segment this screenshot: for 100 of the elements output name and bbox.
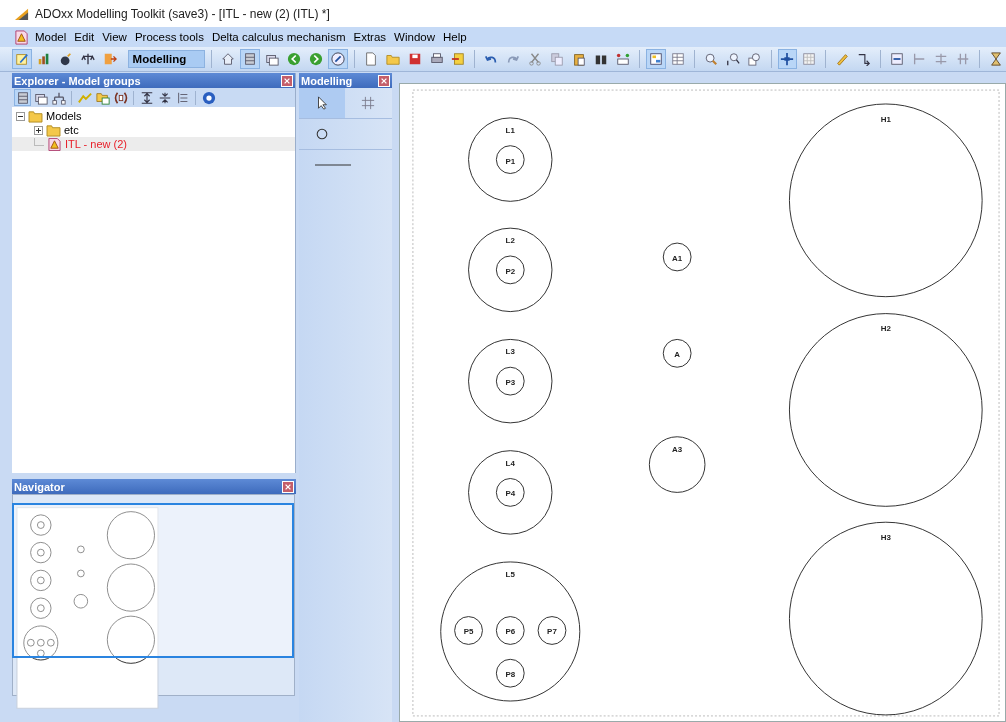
node-label: L3 [505, 347, 515, 357]
menu-item[interactable]: Help [443, 30, 472, 44]
save-icon [407, 52, 422, 66]
close-icon [380, 76, 388, 85]
small-circle[interactable] [495, 255, 525, 285]
folder-check-icon [95, 90, 110, 105]
hourglass-icon [988, 52, 1003, 66]
windows-icon [265, 52, 280, 66]
small-circle[interactable] [495, 658, 525, 688]
diagram-icon [648, 52, 663, 66]
export-icon [451, 52, 466, 66]
home-icon [221, 52, 236, 66]
database-icon [243, 52, 258, 66]
node-label: L4 [505, 458, 515, 468]
pointer-icon [315, 96, 329, 110]
tree-item[interactable]: ITL - new (2) [65, 138, 127, 150]
viewport-frame[interactable] [12, 503, 294, 658]
align-icon [890, 52, 905, 66]
circle-shape[interactable] [468, 117, 553, 202]
menu-item[interactable]: Edit [74, 30, 100, 44]
outline-icon [175, 90, 190, 105]
circle-icon [315, 127, 329, 141]
close-icon [284, 482, 292, 491]
small-circle[interactable] [662, 242, 692, 272]
menu-item[interactable]: Process tools [134, 30, 209, 44]
toolbar-button[interactable] [645, 49, 666, 69]
folder-icon [28, 109, 43, 123]
node-label: P1 [505, 156, 516, 166]
node-label: P5 [463, 627, 474, 637]
edit-icon [14, 52, 29, 66]
node-label: P8 [505, 670, 516, 680]
table-icon [670, 52, 685, 66]
small-circle[interactable] [662, 338, 692, 368]
small-circle[interactable] [537, 616, 567, 645]
node-label: H1 [880, 114, 891, 124]
small-circle[interactable] [495, 366, 525, 396]
menu-item[interactable]: Delta calculus mechanism [211, 30, 351, 44]
help-icon [201, 90, 216, 105]
tree-item[interactable]: etc [64, 124, 79, 136]
new-icon [363, 52, 378, 66]
expand-icon [139, 90, 154, 105]
small-circle[interactable] [495, 478, 525, 507]
circle-shape[interactable] [440, 561, 581, 702]
panel-title: Explorer - Model groups [14, 74, 141, 87]
tree-item[interactable]: Models [46, 110, 82, 122]
balance-icon [80, 52, 95, 66]
crosshair-icon [780, 52, 795, 66]
close-button[interactable] [378, 74, 390, 87]
pencil-icon [835, 52, 850, 66]
close-icon [283, 76, 291, 85]
open-icon [385, 52, 400, 66]
chart-icon [36, 52, 51, 66]
node-label: L1 [505, 125, 515, 135]
node-label: P4 [505, 489, 516, 499]
menu-item[interactable]: Model [35, 30, 72, 44]
menu-item[interactable]: View [102, 30, 132, 44]
circle-shape[interactable] [468, 338, 553, 424]
zoom-fit-icon [747, 52, 762, 66]
toolbar-button[interactable] [200, 89, 217, 106]
small-circle[interactable] [454, 616, 483, 645]
bomb-icon [58, 52, 73, 66]
panel-title: Modelling [301, 74, 353, 87]
small-circle[interactable] [495, 145, 525, 174]
dots-icon [615, 52, 630, 66]
tree-toggle[interactable] [16, 111, 25, 121]
panel-title: Navigator [14, 480, 65, 493]
node-label: P6 [505, 627, 516, 637]
collapse-icon [157, 90, 172, 105]
node-label: L5 [505, 569, 515, 579]
node-label: L2 [505, 236, 515, 246]
print-icon [429, 52, 444, 66]
line-icon [315, 163, 351, 167]
copy-icon [550, 52, 565, 66]
circle-shape[interactable] [468, 450, 553, 535]
pointer-tool[interactable] [299, 88, 345, 118]
app-icon [14, 6, 29, 21]
window-title: ADOxx Modelling Toolkit (save3) - [ITL - new (2) (ITL) *] [35, 6, 330, 21]
circle-shape[interactable] [468, 227, 553, 313]
close-button[interactable] [282, 480, 294, 493]
menu-item[interactable]: Window [394, 30, 440, 44]
zoom-actual-icon [725, 52, 740, 66]
grid-icon [802, 52, 817, 66]
lightning-icon [77, 90, 92, 105]
back-icon [287, 52, 302, 66]
node-label: P7 [547, 627, 557, 637]
tree-toggle[interactable] [34, 125, 43, 135]
menu-item[interactable]: Extras [353, 30, 392, 44]
zoom-icon [703, 52, 718, 66]
toolbar-button[interactable] [777, 49, 798, 69]
small-circle[interactable] [495, 616, 525, 645]
node-label: A1 [672, 253, 683, 263]
node-label: H2 [880, 324, 891, 334]
connector-icon [857, 52, 872, 66]
paste-icon [572, 52, 587, 66]
document-warning-icon[interactable] [14, 29, 29, 45]
mode-field[interactable]: Modelling [127, 50, 206, 68]
brackets-icon [113, 90, 128, 105]
close-button[interactable] [281, 74, 293, 87]
circle-shape[interactable] [648, 436, 706, 493]
cut-icon [528, 52, 543, 66]
